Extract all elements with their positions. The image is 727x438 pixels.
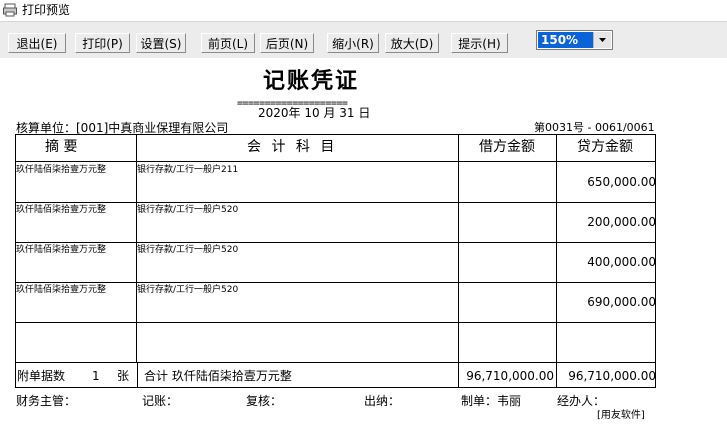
row-credit: 650,000.00 bbox=[587, 175, 656, 189]
attachment-unit: 张 bbox=[117, 369, 130, 383]
total-credit: 96,710,000.00 bbox=[568, 369, 656, 383]
print-preview-app-icon bbox=[3, 3, 17, 17]
row-credit: 690,000.00 bbox=[587, 295, 656, 309]
settings-button[interactable]: 设置(S) bbox=[136, 33, 186, 53]
total-label: 合计 玖仟陆佰柒拾壹万元整 bbox=[144, 369, 292, 383]
previous-page-button[interactable]: 前页(L) bbox=[201, 33, 255, 53]
row-summary: 玖仟陆佰柒拾壹万元整 bbox=[16, 205, 107, 215]
signature-cashier: 出纳： bbox=[364, 394, 401, 408]
dropdown-arrow-button[interactable] bbox=[593, 32, 611, 48]
accounting-unit: 核算单位：[001]中真商业保理有限公司 bbox=[16, 121, 229, 135]
next-page-button[interactable]: 后页(N) bbox=[260, 33, 314, 53]
signature-handler: 经办人： bbox=[557, 394, 606, 408]
zoom-select[interactable]: 150% bbox=[536, 30, 613, 50]
signature-maker: 制单：韦丽 bbox=[461, 394, 522, 408]
exit-button[interactable]: 退出(E) bbox=[8, 33, 66, 53]
signature-reviewer: 复核： bbox=[246, 394, 283, 408]
print-button[interactable]: 打印(P) bbox=[75, 33, 130, 53]
row-credit: 400,000.00 bbox=[587, 255, 656, 269]
header-debit: 借方金额 bbox=[479, 139, 535, 155]
zoom-out-button[interactable]: 缩小(R) bbox=[327, 33, 379, 53]
tips-button[interactable]: 提示(H) bbox=[451, 33, 508, 53]
row-credit: 200,000.00 bbox=[587, 215, 656, 229]
title-bar: 打印预览 bbox=[0, 0, 727, 22]
row-summary: 玖仟陆佰柒拾壹万元整 bbox=[16, 285, 107, 295]
zoom-in-button[interactable]: 放大(D) bbox=[385, 33, 439, 53]
zoom-value: 150% bbox=[538, 32, 593, 48]
attachment-label: 附单据数 bbox=[17, 369, 66, 383]
total-debit: 96,710,000.00 bbox=[466, 369, 554, 383]
signature-bookkeeper: 记账： bbox=[142, 394, 179, 408]
row-summary: 玖仟陆佰柒拾壹万元整 bbox=[16, 245, 107, 255]
attachment-count: 1 bbox=[92, 369, 100, 383]
header-account: 会 计 科 目 bbox=[247, 139, 338, 155]
window-title: 打印预览 bbox=[22, 3, 71, 17]
row-account: 银行存款/工行一般户520 bbox=[137, 285, 239, 295]
toolbar: 退出(E) 打印(P) 设置(S) 前页(L) 后页(N) 缩小(R) 放大(D… bbox=[0, 22, 727, 58]
voucher-date: 2020年 10 月 31 日 bbox=[258, 106, 371, 120]
voucher-number: 第0031号 - 0061/0061 bbox=[534, 121, 655, 134]
row-account: 银行存款/工行一般户211 bbox=[137, 165, 239, 175]
signature-finance-supervisor: 财务主管： bbox=[16, 394, 77, 408]
row-account: 银行存款/工行一般户520 bbox=[137, 205, 239, 215]
header-summary: 摘 要 bbox=[45, 139, 78, 155]
row-account: 银行存款/工行一般户520 bbox=[137, 245, 239, 255]
header-credit: 贷方金额 bbox=[577, 139, 633, 155]
voucher-title: 记账凭证 bbox=[263, 68, 360, 94]
row-summary: 玖仟陆佰柒拾壹万元整 bbox=[16, 165, 107, 175]
chevron-down-icon bbox=[599, 38, 606, 42]
software-footer: [用友软件] bbox=[597, 410, 645, 421]
voucher-table: 摘 要 会 计 科 目 借方金额 贷方金额 玖仟陆佰柒拾壹万元整 银行存款/工行… bbox=[15, 134, 656, 388]
